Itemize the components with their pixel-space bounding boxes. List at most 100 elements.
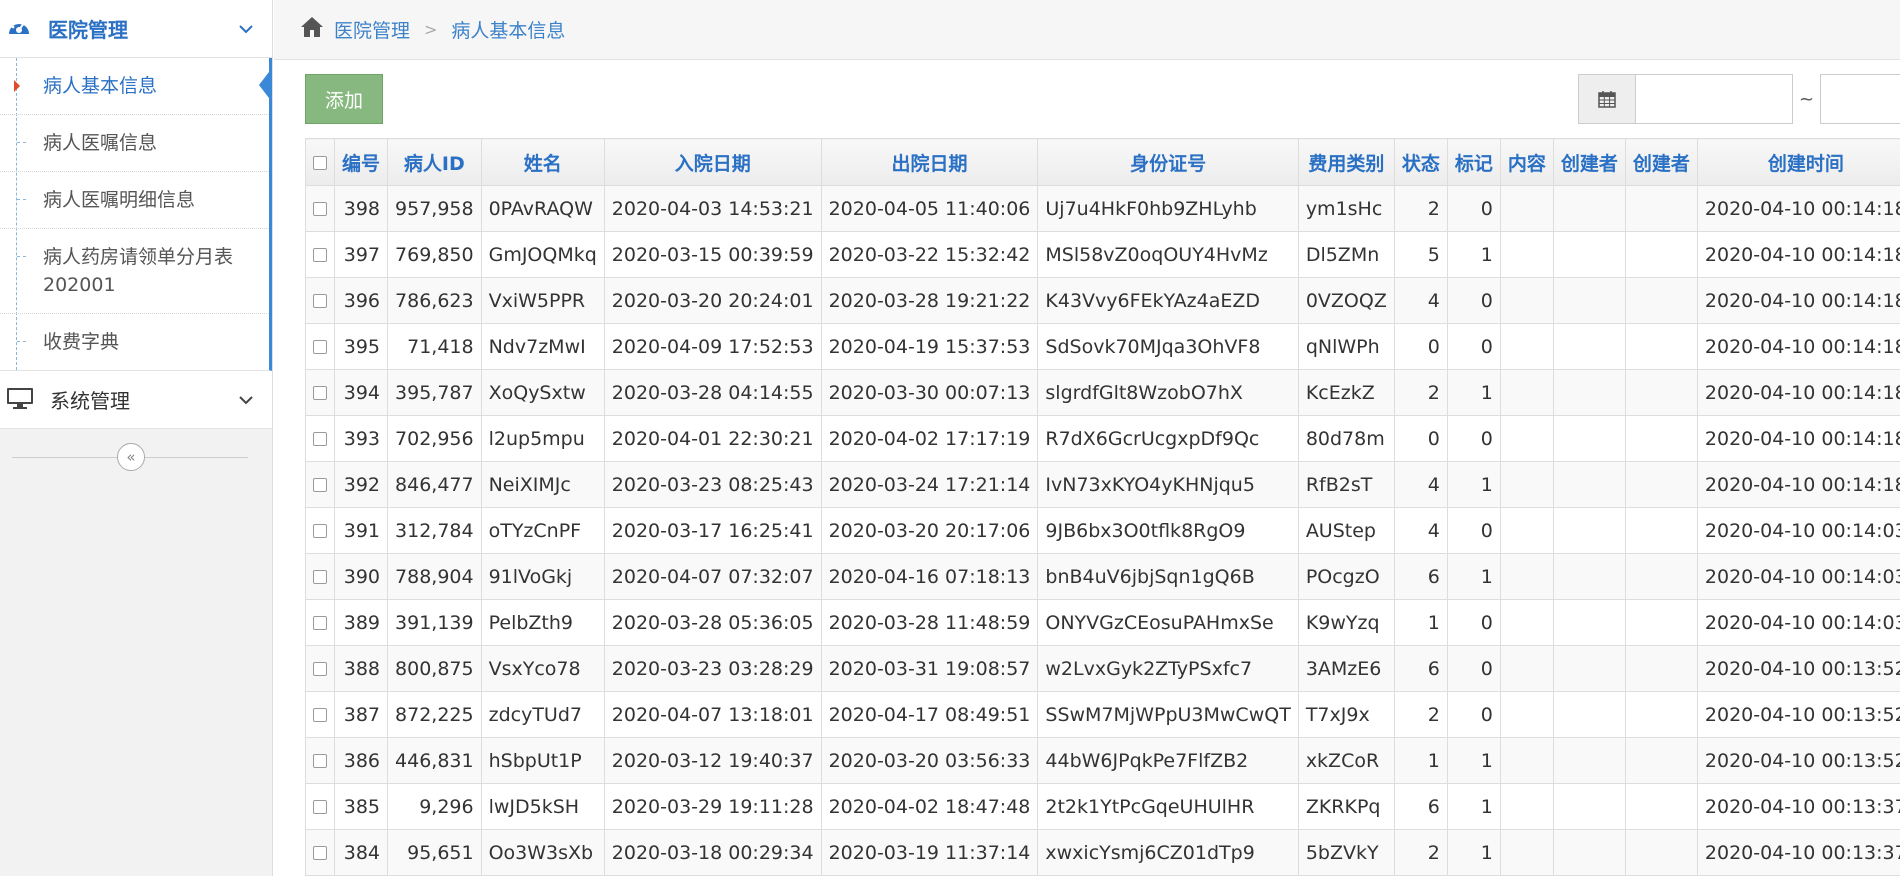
row-checkbox[interactable]: [305, 323, 335, 370]
sidebar-item-patient-info[interactable]: 病人基本信息: [0, 58, 272, 115]
table-row[interactable]: 391 312,784 oTYzCnPF 2020-03-17 16:25:41 202…: [305, 507, 1900, 554]
start-date-input[interactable]: [1636, 74, 1793, 124]
table-cell: [1552, 231, 1626, 278]
table-cell: 1: [1446, 737, 1501, 784]
column-header[interactable]: 费用类别: [1297, 138, 1395, 186]
table-row[interactable]: 396 786,623 VxiW5PPR 2020-03-20 20:24:01 202…: [305, 277, 1900, 324]
table-cell: 386: [333, 737, 389, 784]
add-button[interactable]: 添加: [305, 74, 383, 124]
table-cell: 394: [333, 369, 389, 416]
table-cell: [1552, 461, 1626, 508]
table-cell: 384: [333, 829, 389, 876]
column-header[interactable]: 内容: [1499, 138, 1554, 186]
sidebar-item-fee-dictionary[interactable]: 收费字典: [0, 314, 269, 370]
table-cell: 2020-04-10 00:14:03: [1696, 599, 1900, 646]
sidebar-item-patient-order-details[interactable]: 病人医嘱明细信息: [0, 172, 269, 229]
calendar-icon[interactable]: [1578, 74, 1636, 124]
column-header[interactable]: 标记: [1446, 138, 1501, 186]
row-checkbox[interactable]: [305, 691, 335, 738]
column-header[interactable]: 创建时间: [1696, 138, 1900, 186]
collapse-sidebar-button[interactable]: «: [117, 443, 145, 471]
column-header[interactable]: 姓名: [480, 138, 605, 186]
column-header[interactable]: 状态: [1393, 138, 1448, 186]
row-checkbox[interactable]: [305, 461, 335, 508]
sidebar-item-pharmacy-requisition[interactable]: 病人药房请领单分月表202001: [0, 229, 269, 314]
table-cell: 391: [333, 507, 389, 554]
table-cell: 2020-04-07 13:18:01: [603, 691, 822, 738]
breadcrumb-current: 病人基本信息: [451, 20, 566, 42]
breadcrumb-link[interactable]: 医院管理: [334, 16, 410, 43]
table-cell: 2020-03-30 00:07:13: [820, 369, 1039, 416]
column-header[interactable]: 病人ID: [387, 138, 482, 186]
table-cell: 392: [333, 461, 389, 508]
row-checkbox[interactable]: [305, 185, 335, 232]
table-cell: 1: [1446, 553, 1501, 600]
table-cell: 0: [1446, 645, 1501, 692]
menu-group-system[interactable]: 系统管理: [0, 371, 272, 429]
table-row[interactable]: 398 957,958 0PAvRAQW 2020-04-03 14:53:21 202…: [305, 185, 1900, 232]
table-cell: 91lVoGkj: [480, 553, 605, 600]
row-checkbox[interactable]: [305, 645, 335, 692]
row-checkbox[interactable]: [305, 553, 335, 600]
table-cell: [1624, 277, 1698, 324]
table-row[interactable]: 388 800,875 VsxYco78 2020-03-23 03:28:29 202…: [305, 645, 1900, 692]
table-cell: 2020-04-10 00:14:18: [1696, 369, 1900, 416]
row-checkbox[interactable]: [305, 369, 335, 416]
row-checkbox[interactable]: [305, 737, 335, 784]
table-row[interactable]: 384 95,651 Oo3W3sXb 2020-03-18 00:29:34 2020…: [305, 829, 1900, 876]
table-cell: [1624, 323, 1698, 370]
sidebar-item-patient-orders[interactable]: 病人医嘱信息: [0, 115, 269, 172]
chevron-down-icon: [238, 391, 254, 410]
table-cell: 2020-04-10 00:13:37: [1696, 783, 1900, 830]
home-icon[interactable]: [300, 16, 324, 43]
column-header[interactable]: 创建者: [1552, 138, 1626, 186]
column-header[interactable]: 创建者: [1624, 138, 1698, 186]
table-row[interactable]: 392 846,477 NeiXIMJc 2020-03-23 08:25:43 202…: [305, 461, 1900, 508]
table-cell: 2020-03-20 20:17:06: [820, 507, 1039, 554]
column-header[interactable]: 身份证号: [1037, 138, 1299, 186]
table-cell: 0: [1446, 185, 1501, 232]
table-cell: 2020-04-10 00:13:52: [1696, 645, 1900, 692]
table-cell: 957,958: [387, 185, 482, 232]
table-row[interactable]: 390 788,904 91lVoGkj 2020-04-07 07:32:07 202…: [305, 553, 1900, 600]
table-cell: [1624, 645, 1698, 692]
row-checkbox[interactable]: [305, 231, 335, 278]
table-row[interactable]: 385 9,296 lwJD5kSH 2020-03-29 19:11:28 2020-…: [305, 783, 1900, 830]
row-checkbox[interactable]: [305, 783, 335, 830]
row-checkbox[interactable]: [305, 415, 335, 462]
row-checkbox[interactable]: [305, 277, 335, 324]
table-row[interactable]: 394 395,787 XoQySxtw 2020-03-28 04:14:55 202…: [305, 369, 1900, 416]
table-cell: 2020-03-28 19:21:22: [820, 277, 1039, 324]
table-cell: zdcyTUd7: [480, 691, 605, 738]
row-checkbox[interactable]: [305, 507, 335, 554]
column-header[interactable]: 入院日期: [603, 138, 822, 186]
table-cell: 2020-04-07 07:32:07: [603, 553, 822, 600]
table-cell: 0VZOQZ: [1297, 277, 1395, 324]
table-cell: 398: [333, 185, 389, 232]
menu-group-label: 系统管理: [50, 389, 130, 413]
select-all-checkbox[interactable]: [305, 138, 335, 186]
column-header[interactable]: 编号: [333, 138, 389, 186]
row-checkbox[interactable]: [305, 599, 335, 646]
column-header[interactable]: 出院日期: [820, 138, 1039, 186]
table-row[interactable]: 395 71,418 Ndv7zMwI 2020-04-09 17:52:53 2020…: [305, 323, 1900, 370]
row-checkbox[interactable]: [305, 829, 335, 876]
table-row[interactable]: 387 872,225 zdcyTUd7 2020-04-07 13:18:01 202…: [305, 691, 1900, 738]
table-cell: [1499, 231, 1554, 278]
table-cell: GmJOQMkq: [480, 231, 605, 278]
table-cell: 397: [333, 231, 389, 278]
table-cell: 2020-04-19 15:37:53: [820, 323, 1039, 370]
table-cell: [1499, 553, 1554, 600]
table-cell: 2020-03-28 11:48:59: [820, 599, 1039, 646]
table-cell: 0: [1393, 415, 1448, 462]
table-row[interactable]: 397 769,850 GmJOQMkq 2020-03-15 00:39:59 202…: [305, 231, 1900, 278]
table-row[interactable]: 393 702,956 l2up5mpu 2020-04-01 22:30:21 202…: [305, 415, 1900, 462]
table-cell: 80d78m: [1297, 415, 1395, 462]
menu-group-hospital[interactable]: 医院管理: [0, 0, 272, 58]
end-date-input[interactable]: [1820, 74, 1900, 124]
table-row[interactable]: 386 446,831 hSbpUt1P 2020-03-12 19:40:37 202…: [305, 737, 1900, 784]
table-cell: 393: [333, 415, 389, 462]
table-row[interactable]: 389 391,139 PelbZth9 2020-03-28 05:36:05 202…: [305, 599, 1900, 646]
table-cell: [1624, 415, 1698, 462]
table-cell: w2LvxGyk2ZTyPSxfc7: [1037, 645, 1299, 692]
